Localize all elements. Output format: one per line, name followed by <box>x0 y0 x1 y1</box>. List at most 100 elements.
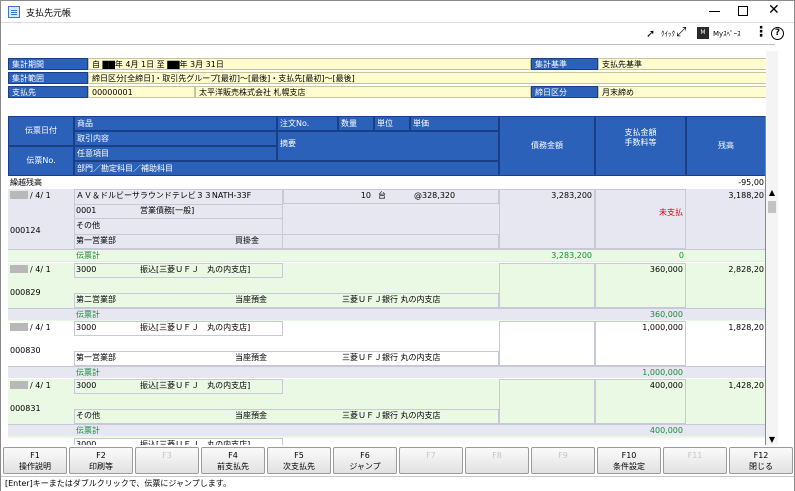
entry-account: 買掛金 <box>235 236 259 245</box>
entry-slip-no: 000831 <box>10 404 41 413</box>
f7-button[interactable]: F7 <box>399 447 463 474</box>
entry-sub-account: 三菱ＵＦＪ銀行 丸の内支店 <box>342 353 441 362</box>
scroll-thumb[interactable] <box>768 201 776 213</box>
masked-year <box>10 323 28 331</box>
expand-icon[interactable]: ⤢ <box>676 26 686 40</box>
entry-code: 0001 <box>76 206 97 215</box>
entry-transaction: 振込[三菱ＵＦＪ 丸の内支店] <box>140 265 251 274</box>
table-row[interactable]: 3000 振込[三菱ＵＦＪ 丸の内支店] <box>8 438 765 445</box>
f5-button[interactable]: F5 次支払先 <box>267 447 331 474</box>
maximize-icon[interactable] <box>738 6 748 16</box>
f9-button[interactable]: F9 <box>531 447 595 474</box>
entry-date: / 4/ 1 <box>8 322 74 334</box>
table-row[interactable]: / 4/ 1 3000 振込[三菱ＵＦＪ 丸の内支店] 1,000,000 1,… <box>8 321 765 381</box>
entry-code: 3000 <box>76 323 97 332</box>
table-row[interactable]: / 4/ 1 3000 振込[三菱ＵＦＪ 丸の内支店] 400,000 1,42… <box>8 379 765 439</box>
entry-slip-no: 000124 <box>10 226 41 235</box>
table-row[interactable]: / 4/ 1 ＡＶ＆ドルビーサラウンドテレビ３３NATH-33F 10 台 @3… <box>8 189 765 262</box>
col-qty: 数量 <box>338 116 374 131</box>
range-label: 集計範囲 <box>8 72 88 84</box>
ledger-grid[interactable]: 伝票日付 伝票No. 商品 取引内容 任意項目 部門／勘定科目／補助科目 注文N… <box>8 116 766 445</box>
entry-code: 3000 <box>76 265 97 274</box>
entry-unit: 台 <box>378 191 386 200</box>
closing-value: 月末締め <box>598 86 773 98</box>
entry-transaction: 振込[三菱ＵＦＪ 丸の内支店] <box>140 323 251 332</box>
entry-debt: 3,283,200 <box>551 191 592 200</box>
period-label: 集計期間 <box>8 58 88 70</box>
more-menu-icon[interactable]: ⋮ <box>754 25 768 40</box>
masked-year <box>10 265 28 273</box>
f2-button[interactable]: F2 印刷等 <box>69 447 133 474</box>
quick-arrow-icon[interactable]: ➚ <box>646 27 655 40</box>
f3-button[interactable]: F3 <box>135 447 199 474</box>
subtotal-debt: 3,283,200 <box>551 251 592 260</box>
f6-button[interactable]: F6 ジャンプ <box>333 447 397 474</box>
col-slip-date: 伝票日付 <box>8 116 74 146</box>
f11-button[interactable]: F11 <box>663 447 727 474</box>
basis-value: 支払先基準 <box>598 58 773 70</box>
ledger-app-icon <box>8 6 20 18</box>
scroll-up-icon[interactable]: ▲ <box>766 188 778 198</box>
range-value: 締日区分[全締日]・取引先グループ[最初]～[最後]・支払先[最初]～[最後] <box>88 72 773 84</box>
minimize-icon[interactable] <box>709 11 720 12</box>
entry-dept: 第一営業部 <box>76 236 116 245</box>
subtotal-payment: 400,000 <box>649 426 683 435</box>
f8-button[interactable]: F8 <box>465 447 529 474</box>
carry-label: 繰越残高 <box>10 178 42 187</box>
entry-dept: その他 <box>76 411 100 420</box>
f12-button[interactable]: F12 閉じる <box>729 447 793 474</box>
col-dept: 部門／勘定科目／補助科目 <box>74 161 499 176</box>
function-key-bar: F1 操作説明 F2 印刷等 F3 F4 前支払先 F5 次支払先 F6 ジャンプ F7 … <box>3 447 794 475</box>
col-payment-line1: 支払金額 <box>624 128 657 137</box>
scroll-down-icon[interactable]: ▼ <box>766 435 778 445</box>
entry-transaction: 振込[三菱ＵＦＪ 丸の内支店] <box>140 381 251 390</box>
entry-payment: 360,000 <box>649 265 683 274</box>
entry-code: 3000 <box>76 440 97 445</box>
payee-name: 太平洋販売株式会社 札幌支店 <box>195 86 531 98</box>
entry-account: 当座預金 <box>235 353 267 362</box>
subtotal-payment: 360,000 <box>649 310 683 319</box>
entry-code: 3000 <box>76 381 97 390</box>
vertical-scrollbar[interactable] <box>766 51 778 445</box>
col-unit-price: 単価 <box>410 116 499 131</box>
payee-label: 支払先 <box>8 86 88 98</box>
entry-date: / 4/ 1 <box>8 264 74 276</box>
myspace-button-label[interactable]: Myｽﾍﾟｰｽ <box>713 29 741 39</box>
window-title: 支払先元帳 <box>26 9 72 19</box>
entry-balance: 2,828,20 <box>728 265 764 274</box>
period-value: 自 ▇▇年 4月 1日 至 ▇▇年 3月 31日 <box>88 58 531 70</box>
col-memo: 摘要 <box>277 131 499 161</box>
myspace-icon[interactable]: M <box>697 27 709 39</box>
quick-button-label[interactable]: ｸｲｯｸ <box>661 29 675 39</box>
f10-button[interactable]: F10 条件設定 <box>597 447 661 474</box>
col-payment-line2: 手数料等 <box>624 138 657 147</box>
close-icon[interactable]: ✕ <box>768 2 780 18</box>
f1-button[interactable]: F1 操作説明 <box>3 447 67 474</box>
entry-sub-account: 三菱ＵＦＪ銀行 丸の内支店 <box>342 411 441 420</box>
entry-slip-no: 000830 <box>10 346 41 355</box>
col-transaction: 取引内容 <box>74 131 277 146</box>
col-unit: 単位 <box>374 116 410 131</box>
help-icon[interactable]: ? <box>771 27 784 40</box>
entry-date: / 4/ 1 <box>8 380 74 392</box>
col-debt: 債務金額 <box>499 116 595 176</box>
col-payment: 支払金額 手数料等 <box>595 116 686 176</box>
entry-balance: 1,428,20 <box>728 381 764 390</box>
entry-dept: 第二営業部 <box>76 295 116 304</box>
entry-balance: 1,828,20 <box>728 323 764 332</box>
entry-transaction: 振込[三菱ＵＦＪ 丸の内支店] <box>140 440 251 445</box>
entry-optional: その他 <box>76 221 100 230</box>
table-row[interactable]: / 4/ 1 3000 振込[三菱ＵＦＪ 丸の内支店] 360,000 2,82… <box>8 263 765 323</box>
entry-account: 当座預金 <box>235 295 267 304</box>
title-bar: 支払先元帳 ✕ <box>1 1 794 23</box>
subtotal-label: 伝票計 <box>76 251 100 260</box>
col-order-no: 注文No. <box>277 116 338 131</box>
col-product: 商品 <box>74 116 277 131</box>
entry-unit-price: @328,320 <box>414 191 456 200</box>
f4-button[interactable]: F4 前支払先 <box>201 447 265 474</box>
entry-balance: 3,188,20 <box>728 191 764 200</box>
col-balance: 残高 <box>686 116 765 176</box>
entry-slip-no: 000829 <box>10 288 41 297</box>
subtotal-payment: 0 <box>678 251 684 260</box>
col-optional: 任意項目 <box>74 146 277 161</box>
